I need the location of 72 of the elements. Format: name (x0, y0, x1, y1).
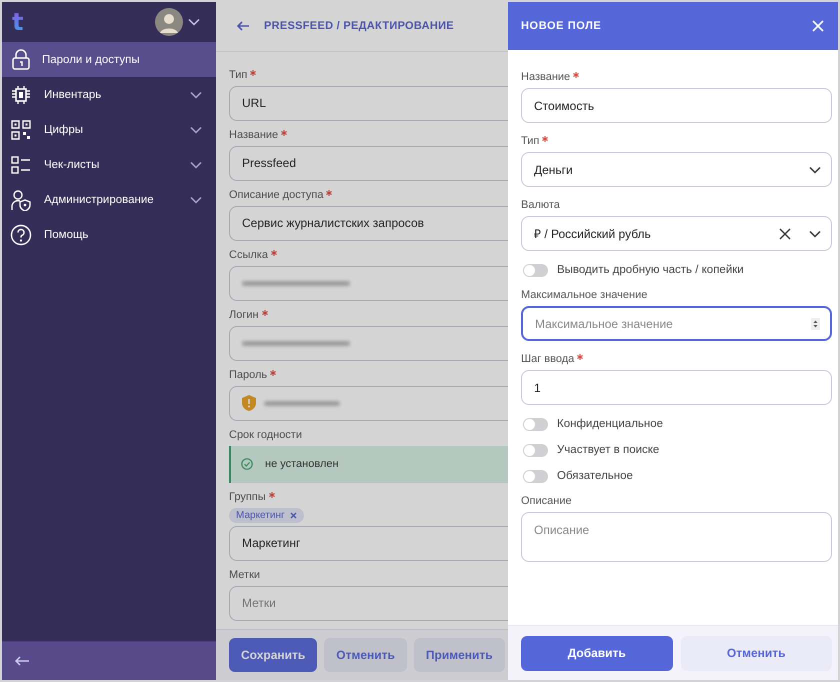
input-field[interactable]: Pressfeed (229, 146, 508, 181)
nav-item[interactable]: Пароли и доступы (2, 42, 216, 77)
field-label: Пароль (229, 368, 268, 381)
field-label: Описание доступа (229, 188, 324, 201)
input-field[interactable]: Маркетинг (229, 526, 508, 561)
lock-icon (10, 48, 32, 70)
button[interactable]: Добавить (521, 636, 672, 670)
field-label: Описание (521, 495, 572, 507)
input-field[interactable]: Сервис журналистских запросов (229, 206, 508, 241)
toggle-switch[interactable] (523, 444, 548, 456)
avatar-icon[interactable] (155, 8, 183, 36)
nav-label: Пароли и доступы (42, 54, 141, 66)
nav-label: Цифры (43, 124, 84, 136)
nav-item[interactable]: Цифры (2, 112, 216, 147)
chevron-down-icon (809, 230, 821, 238)
check-circle-icon (241, 458, 253, 470)
toggle-switch[interactable] (523, 264, 548, 276)
field-label: Ссылка (229, 248, 268, 261)
tag-chip[interactable]: Маркетинг (229, 508, 304, 523)
input-field[interactable] (229, 326, 508, 361)
input-field[interactable] (229, 266, 508, 301)
qr-code-icon (10, 118, 32, 140)
field-label: Шаг ввода (521, 353, 574, 365)
toggle-switch[interactable] (523, 418, 548, 430)
field-label: Название (521, 71, 570, 83)
field-label: Название (229, 128, 278, 141)
page-title: PRESSFEED / РЕДАКТИРОВАНИЕ (264, 20, 454, 32)
status-text: не установлен (265, 458, 339, 470)
chip-icon (10, 84, 32, 106)
select-field[interactable]: Деньги (521, 152, 832, 187)
toggle-label: Выводить дробную часть / копейки (557, 264, 744, 276)
toggle-label: Участвует в поиске (557, 444, 660, 456)
input-field[interactable]: URL (229, 86, 508, 121)
shield-warning-icon (242, 395, 256, 412)
select-field[interactable]: ₽ / Российский рубль (521, 216, 832, 251)
nav-item[interactable]: Администрирование (2, 182, 216, 217)
checklist-icon (10, 154, 32, 176)
nav-label: Чек-листы (43, 158, 100, 170)
nav-label: Администрирование (43, 194, 155, 206)
back-arrow-icon[interactable] (236, 21, 250, 32)
clear-icon[interactable] (779, 228, 791, 240)
button[interactable]: Сохранить (229, 638, 318, 672)
field-label: Логин (229, 308, 259, 321)
toggle-label: Конфиденциальное (557, 418, 664, 430)
nav-label: Инвентарь (43, 88, 102, 100)
tag-label: Маркетинг (236, 510, 285, 521)
button[interactable]: Отменить (680, 636, 832, 670)
toggle-switch[interactable] (523, 470, 548, 482)
field-label: Метки (229, 568, 260, 581)
chevron-down-icon (188, 18, 200, 26)
user-shield-icon (10, 188, 32, 210)
field-label: Максимальное значение (521, 289, 648, 301)
panel-title: НОВОЕ ПОЛЕ (521, 20, 602, 32)
nav-item[interactable]: Чек-листы (2, 147, 216, 182)
password-field[interactable] (229, 386, 508, 421)
field-label: Тип (229, 68, 248, 81)
text-area[interactable]: Описание (521, 512, 832, 562)
input-field[interactable]: 1 (521, 370, 832, 405)
nav-item[interactable]: Инвентарь (2, 77, 216, 112)
field-label: Тип (521, 135, 540, 147)
chevron-down-icon (809, 166, 821, 174)
nav-label: Помощь (43, 228, 90, 240)
toggle-label: Обязательное (557, 470, 633, 482)
input-field[interactable]: Стоимость (521, 88, 832, 123)
spinner-icon[interactable] (811, 318, 820, 330)
field-label: Валюта (521, 199, 560, 211)
close-icon[interactable] (290, 512, 297, 519)
field-label: Группы (229, 490, 266, 503)
nav-item[interactable]: Помощь (2, 217, 216, 252)
help-icon (10, 224, 32, 246)
number-field[interactable]: Максимальное значение (521, 306, 832, 341)
field-label: Срок годности (229, 428, 302, 441)
